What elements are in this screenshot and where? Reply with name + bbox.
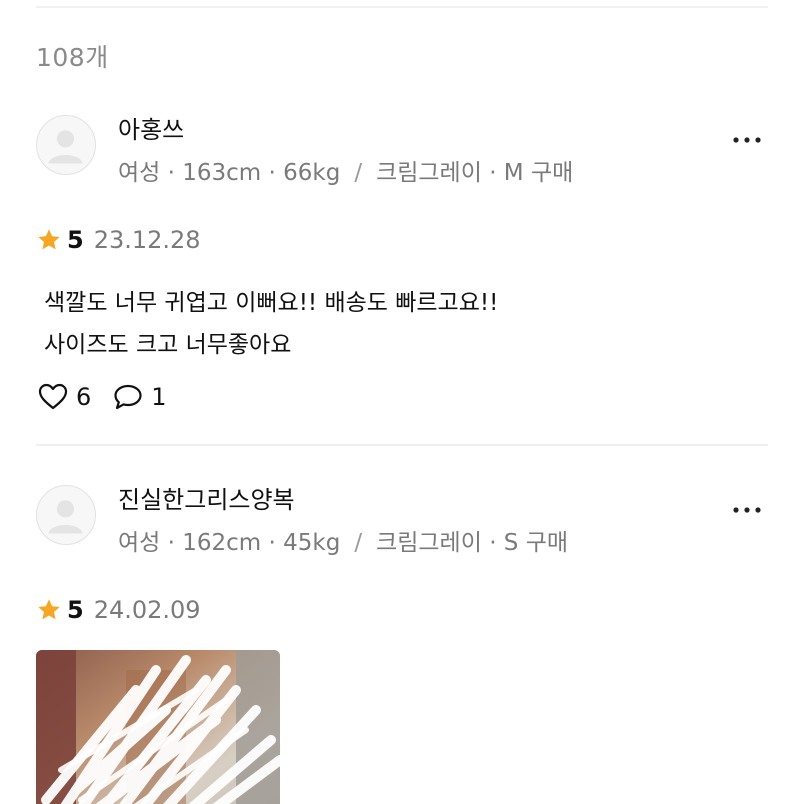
review-photo[interactable] (36, 650, 280, 804)
review-body: 색깔도 너무 귀엽고 이뻐요!! 배송도 빠르고요!! 사이즈도 크고 너무좋아… (44, 282, 498, 366)
meta-separator: / (354, 160, 363, 186)
default-avatar-icon[interactable] (36, 485, 96, 545)
rating-value: 5 (67, 596, 84, 624)
reviewer-meta: 여성 · 163cm · 66kg / 크림그레이 · M 구매 (118, 153, 573, 187)
rating-value: 5 (67, 226, 84, 254)
meta-separator: / (354, 530, 363, 556)
default-avatar-icon[interactable] (36, 115, 96, 175)
like-button[interactable]: 6 (38, 383, 91, 411)
purchase-option: 크림그레이 · M 구매 (376, 160, 574, 186)
speech-bubble-icon (114, 384, 142, 410)
reviewer-name[interactable]: 아홍쓰 (118, 110, 184, 145)
review-body-line: 색깔도 너무 귀엽고 이뻐요!! 배송도 빠르고요!! (44, 290, 499, 316)
reviewer-name[interactable]: 진실한그리스양복 (118, 480, 295, 515)
reviewer-profile: 여성 · 162cm · 45kg (118, 530, 341, 556)
review-date: 24.02.09 (93, 596, 201, 624)
reviewer-profile: 여성 · 163cm · 66kg (118, 160, 341, 186)
review-body-line: 사이즈도 크고 너무좋아요 (44, 332, 292, 358)
top-divider (36, 6, 768, 8)
review-date: 23.12.28 (93, 226, 201, 254)
like-count: 6 (76, 383, 92, 411)
more-horizontal-icon[interactable] (730, 128, 764, 152)
star-icon (38, 229, 60, 250)
star-icon (38, 599, 60, 620)
rating-row: 5 23.12.28 (36, 225, 201, 255)
review-actions: 6 1 (38, 383, 167, 411)
comment-button[interactable]: 1 (113, 383, 167, 411)
purchase-option: 크림그레이 · S 구매 (376, 530, 569, 556)
more-horizontal-icon[interactable] (730, 498, 764, 522)
review-divider (36, 444, 768, 446)
review-count: 108개 (36, 43, 109, 72)
rating-row: 5 24.02.09 (36, 595, 201, 625)
review-list-page: 108개 아홍쓰 여성 · 163cm · 66kg / 크림그레이 · M 구매 … (0, 0, 804, 804)
reviewer-meta: 여성 · 162cm · 45kg / 크림그레이 · S 구매 (118, 523, 568, 557)
comment-count: 1 (151, 383, 167, 411)
heart-outline-icon (38, 383, 68, 410)
